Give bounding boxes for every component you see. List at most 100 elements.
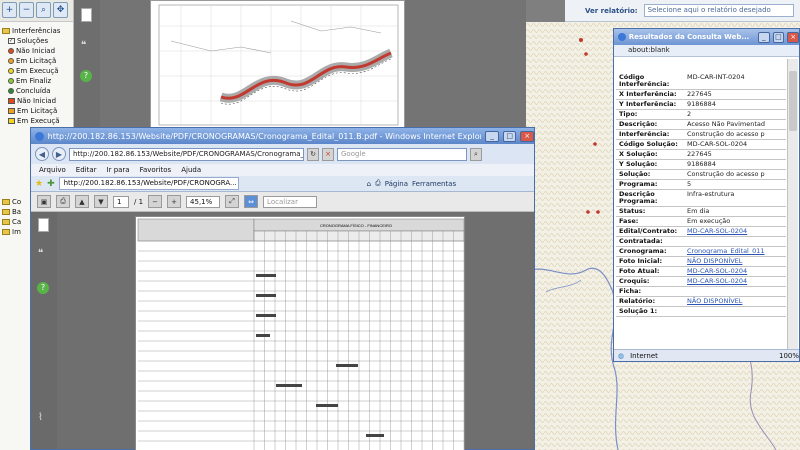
help-icon[interactable]: ? bbox=[80, 70, 92, 82]
stop-icon[interactable]: × bbox=[322, 147, 334, 161]
zoom-in-icon[interactable]: + bbox=[2, 2, 17, 18]
close-button[interactable]: × bbox=[520, 130, 534, 142]
zoom-input[interactable]: 45,1% bbox=[186, 195, 221, 208]
pan-icon[interactable]: ✥ bbox=[53, 2, 68, 18]
background-pdf-viewer: ❝ ? bbox=[74, 0, 526, 128]
attachment-icon[interactable]: ⌇ bbox=[38, 412, 43, 423]
attribute-value: Em dia bbox=[684, 206, 786, 217]
layer-label: Não Iniciad bbox=[17, 97, 57, 105]
prev-page-icon[interactable]: ▲ bbox=[75, 195, 89, 208]
layer-folder[interactable]: Im bbox=[2, 227, 21, 237]
menu-item-ir-para[interactable]: Ir para bbox=[107, 166, 130, 174]
popup-close-button[interactable]: × bbox=[787, 31, 799, 43]
table-row: Croquis: MD-CAR-SOL-0204 bbox=[616, 276, 786, 287]
layer-item[interactable]: Não Iniciad bbox=[8, 96, 56, 106]
comment-icon[interactable]: ❝ bbox=[81, 40, 86, 51]
menu-item-editar[interactable]: Editar bbox=[76, 166, 97, 174]
popup-maximize-button[interactable]: □ bbox=[772, 31, 785, 43]
folder-label: Ca bbox=[12, 218, 22, 226]
gantt-bar bbox=[316, 404, 338, 407]
tab-bar: ★ ✚ http://200.182.86.153/Website/PDF/CR… bbox=[31, 176, 534, 192]
tools-menu[interactable]: Ferramentas bbox=[412, 180, 456, 188]
layer-item[interactable]: Não Iniciad bbox=[8, 46, 55, 56]
report-select[interactable]: Selecione aqui o relatório desejado bbox=[643, 4, 794, 17]
print-pdf-icon[interactable]: ⎙ bbox=[56, 195, 70, 208]
page-menu[interactable]: Página bbox=[385, 180, 408, 188]
comment-icon[interactable]: ❝ bbox=[38, 248, 43, 259]
layer-label: Soluções bbox=[17, 37, 49, 45]
table-row: Y Interferência: 9186884 bbox=[616, 99, 786, 110]
attribute-name: Foto Atual: bbox=[616, 266, 684, 277]
zoom-level[interactable]: 100% bbox=[779, 352, 799, 360]
minimize-button[interactable]: _ bbox=[485, 130, 499, 142]
table-row: Fase: Em execução bbox=[616, 216, 786, 227]
attribute-link[interactable]: NÃO DISPONÍVEL bbox=[684, 296, 786, 307]
attribute-link[interactable]: MD-CAR-SOL-0204 bbox=[684, 226, 786, 237]
layer-item[interactable]: Concluída bbox=[8, 86, 51, 96]
table-row: Contratada: bbox=[616, 236, 786, 247]
page-number-input[interactable]: 1 bbox=[113, 195, 129, 208]
attribute-value: Infra-estrutura bbox=[684, 189, 786, 207]
attribute-name: Tipo: bbox=[616, 109, 684, 120]
favorites-star-icon[interactable]: ★ bbox=[35, 179, 43, 189]
forward-button[interactable]: ▶ bbox=[52, 147, 66, 161]
tab-pdf[interactable]: http://200.182.86.153/Website/PDF/CRONOG… bbox=[58, 177, 239, 190]
menu-item-favoritos[interactable]: Favoritos bbox=[140, 166, 172, 174]
ie-titlebar[interactable]: http://200.182.86.153/Website/PDF/CRONOG… bbox=[31, 128, 534, 144]
layer-item[interactable]: Interferências bbox=[2, 26, 60, 36]
fit-width-icon[interactable]: ⇔ bbox=[244, 195, 259, 208]
layer-item[interactable]: Em Execuçã bbox=[8, 116, 60, 126]
fit-page-icon[interactable]: ⤢ bbox=[225, 195, 240, 208]
back-button[interactable]: ◀ bbox=[35, 147, 49, 161]
menu-item-arquivo[interactable]: Arquivo bbox=[39, 166, 66, 174]
search-input[interactable]: Google bbox=[337, 147, 467, 161]
table-row: Relatório: NÃO DISPONÍVEL bbox=[616, 296, 786, 307]
page-thumbnail-icon[interactable] bbox=[38, 218, 49, 232]
attribute-name: Programa: bbox=[616, 179, 684, 190]
attribute-value: 227645 bbox=[684, 89, 786, 100]
attribute-value: MD-CAR-INT-0204 bbox=[684, 73, 786, 90]
scroll-thumb[interactable] bbox=[789, 71, 797, 131]
zoom-out-pdf-icon[interactable]: − bbox=[148, 195, 163, 208]
save-icon[interactable]: ▣ bbox=[37, 195, 51, 208]
add-favorite-icon[interactable]: ✚ bbox=[47, 179, 55, 189]
menu-item-ajuda[interactable]: Ajuda bbox=[181, 166, 201, 174]
layer-item[interactable]: Em Licitaçã bbox=[8, 106, 57, 116]
maximize-button[interactable]: □ bbox=[502, 130, 517, 142]
zoom-in-pdf-icon[interactable]: + bbox=[167, 195, 182, 208]
layer-folder[interactable]: Ca bbox=[2, 217, 21, 227]
layer-item[interactable]: Em Licitaçã bbox=[8, 56, 56, 66]
attribute-link[interactable]: MD-CAR-SOL-0204 bbox=[684, 266, 786, 277]
layer-folder[interactable]: Ba bbox=[2, 207, 21, 217]
zoom-out-icon[interactable]: − bbox=[19, 2, 34, 18]
attribute-link[interactable]: NÃO DISPONÍVEL bbox=[684, 256, 786, 267]
next-page-icon[interactable]: ▼ bbox=[94, 195, 108, 208]
popup-minimize-button[interactable]: _ bbox=[757, 31, 770, 43]
schedule-table: CRONOGRAMA FÍSICO - FINANCEIRO bbox=[136, 217, 464, 450]
menu-bar: Arquivo Editar Ir para Favoritos Ajuda bbox=[31, 164, 534, 176]
find-input[interactable]: Localizar bbox=[263, 195, 318, 208]
page-thumbnail-icon[interactable] bbox=[81, 8, 92, 22]
layer-item[interactable]: ✓ Soluções bbox=[8, 36, 48, 46]
print-icon[interactable]: ⎙ bbox=[375, 179, 381, 188]
layer-folder[interactable]: Co bbox=[2, 197, 21, 207]
report-bar: Ver relatório: Selecione aqui o relatóri… bbox=[565, 0, 800, 22]
layer-item[interactable]: Em Execuçã bbox=[8, 66, 59, 76]
home-icon[interactable]: ⌂ bbox=[367, 180, 371, 188]
refresh-icon[interactable]: ↻ bbox=[307, 147, 319, 161]
pdf-map-page bbox=[150, 0, 405, 128]
attribute-link[interactable]: Cronograma_Edital_011 bbox=[684, 246, 786, 257]
attribute-name: X Solução: bbox=[616, 149, 684, 160]
attribute-link[interactable]: MD-CAR-SOL-0204 bbox=[684, 276, 786, 287]
url-input[interactable]: http://200.182.86.153/Website/PDF/CRONOG… bbox=[69, 147, 304, 161]
attribute-name: Croquis: bbox=[616, 276, 684, 287]
attribute-name: Y Interferência: bbox=[616, 99, 684, 110]
status-dot-icon bbox=[8, 58, 14, 64]
help-icon[interactable]: ? bbox=[37, 282, 49, 294]
search-icon[interactable]: ⌕ bbox=[470, 147, 482, 161]
popup-scrollbar[interactable] bbox=[787, 59, 798, 349]
layer-item[interactable]: Em Finaliz bbox=[8, 76, 51, 86]
zoom-extent-icon[interactable]: ⌕ bbox=[36, 2, 51, 18]
status-dot-icon bbox=[8, 88, 14, 94]
popup-titlebar[interactable]: Resultados da Consulta Web... _ □ × bbox=[614, 29, 799, 45]
